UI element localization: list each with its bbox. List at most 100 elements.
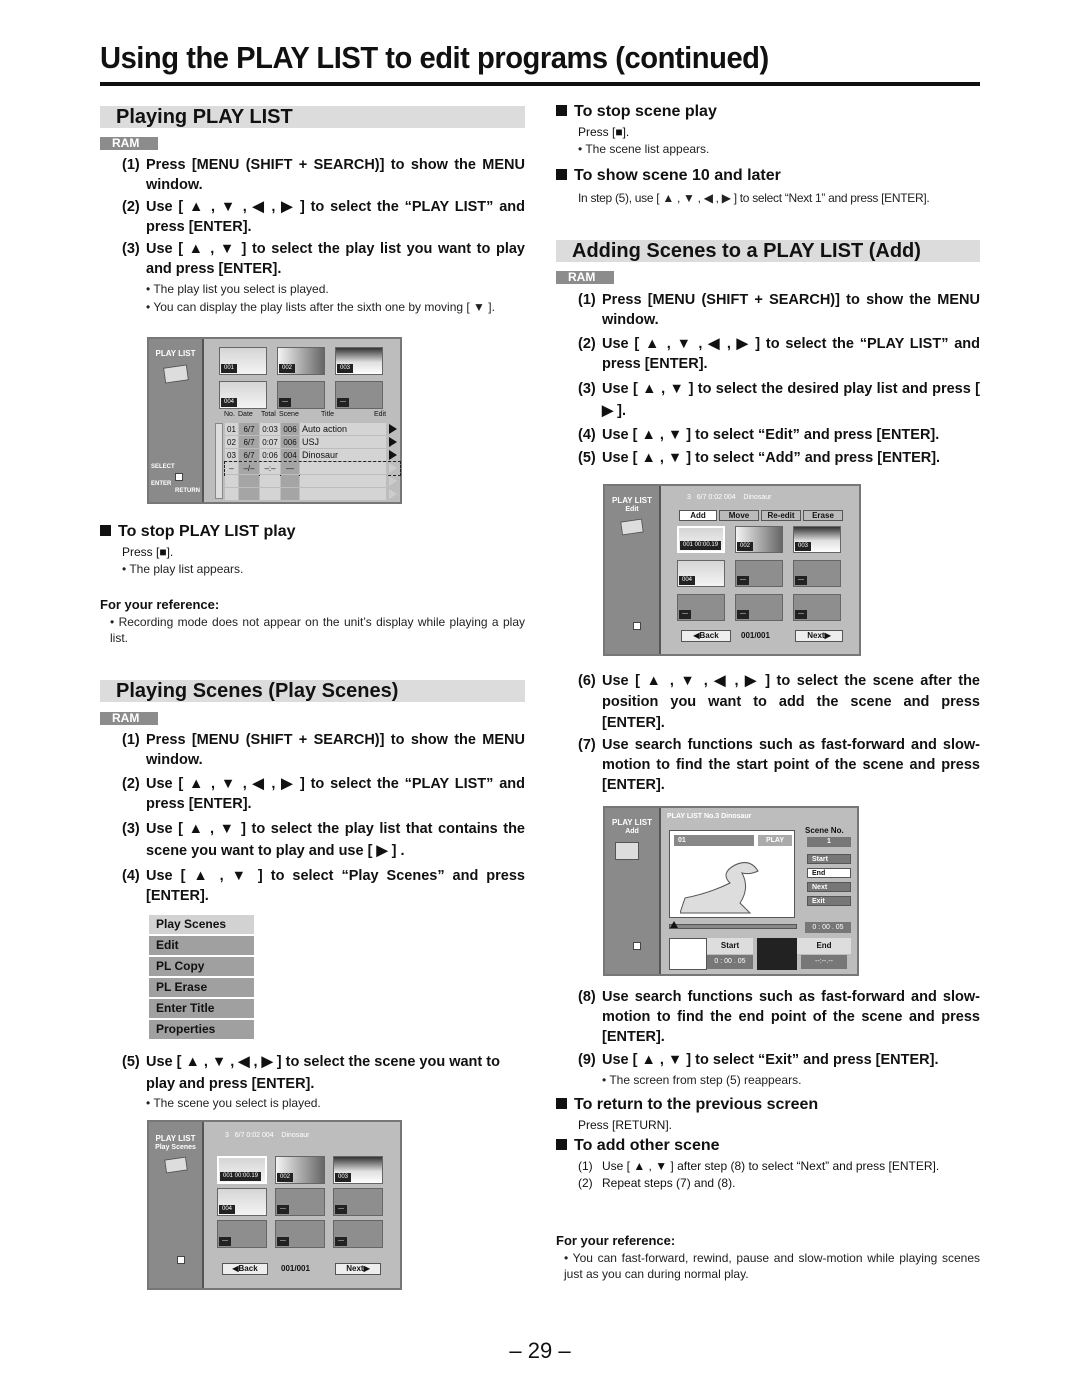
add-other-heading: To add other scene	[556, 1136, 720, 1156]
back-button[interactable]: ◀Back	[681, 630, 731, 642]
scene-grid: 001 00:00.19 002 003 004 --- --- --- --- ---	[217, 1156, 397, 1256]
scene-thumbnail-empty: ---	[793, 594, 841, 621]
scene-thumbnail[interactable]: 002	[735, 526, 783, 553]
tab-move[interactable]: Move	[719, 510, 759, 521]
scene-label: 004	[679, 576, 696, 585]
scene-thumbnail[interactable]: 004	[677, 560, 725, 587]
show-scene10-heading: To show scene 10 and later	[556, 166, 781, 186]
scene-label: 002	[277, 1173, 294, 1182]
cell-scene	[281, 475, 299, 487]
add-icon	[615, 842, 639, 860]
playlist-row[interactable]: 02 6/7 0:07 006 USJ	[225, 436, 400, 449]
playlist-scrollbar[interactable]	[215, 423, 223, 499]
ram-badge: RAM	[556, 271, 614, 284]
dpad-icon	[171, 1250, 191, 1270]
scene-thumbnail-empty: ---	[793, 560, 841, 587]
step-6: (6) Use [ ▲ , ▼ , ◀ , ▶ ] to select the s…	[578, 673, 980, 731]
step-4: (4) Use [ ▲ , ▼ ] to select “Play Scenes”…	[122, 868, 525, 904]
add-other-list: (1) Use [ ▲ , ▼ ] after step (8) to selec…	[578, 1158, 980, 1192]
action-button-end[interactable]: End	[807, 868, 851, 878]
playlist-row[interactable]: 01 6/7 0:03 006 Auto action	[225, 423, 400, 436]
stop-press-text: Press [■].	[122, 545, 174, 559]
menu-item-play-scenes[interactable]: Play Scenes	[149, 915, 254, 934]
cell-total	[260, 488, 280, 500]
cell-no: 02	[225, 436, 238, 448]
menu-item-pl-copy[interactable]: PL Copy	[149, 957, 254, 976]
tab-re-edit[interactable]: Re-edit	[761, 510, 801, 521]
menu-item-enter-title[interactable]: Enter Title	[149, 999, 254, 1018]
playlist-table: 01 6/7 0:03 006 Auto action 02 6/7 0:07 006 USJ 03…	[224, 423, 401, 501]
edit-arrow-icon[interactable]	[389, 463, 397, 473]
scene-thumbnail[interactable]: 001 00:00.19	[677, 526, 725, 553]
playing-scenes-steps: (1) Press [MENU (SHIFT + SEARCH)] to show…	[122, 730, 525, 906]
thumbnail-empty: ---	[277, 381, 325, 409]
section-heading-adding-scenes: Adding Scenes to a PLAY LIST (Add)	[556, 240, 980, 262]
playlist-row[interactable]	[225, 475, 400, 488]
cell-total: 0:03	[260, 423, 280, 435]
step-1: (1) Press [MENU (SHIFT + SEARCH)] to show…	[578, 292, 980, 328]
next-button[interactable]: Next▶	[795, 630, 843, 642]
seek-handle[interactable]	[669, 921, 678, 928]
cell-title: USJ	[300, 436, 386, 448]
cell-no: 03	[225, 449, 238, 461]
adding-scenes-steps-a: (1) Press [MENU (SHIFT + SEARCH)] to show…	[578, 290, 980, 468]
cell-title	[300, 462, 386, 474]
action-button-start[interactable]: Start	[807, 854, 851, 864]
scene-thumbnail[interactable]: 002	[275, 1156, 325, 1184]
reference-note: • You can fast-forward, rewind, pause an…	[564, 1251, 980, 1281]
step-2: (2) Use [ ▲ , ▼ , ◀ , ▶ ] to select the “…	[122, 776, 525, 812]
thumbnail[interactable]: 001	[219, 347, 267, 375]
back-button[interactable]: ◀Back	[222, 1263, 268, 1275]
screen-sidebar: PLAY LIST SELECT ENTER RETURN	[149, 339, 204, 502]
reference-heading: For your reference:	[100, 597, 220, 612]
seek-bar[interactable]	[669, 921, 797, 929]
menu-item-edit[interactable]: Edit	[149, 936, 254, 955]
thumbnail[interactable]: 003	[335, 347, 383, 375]
dpad-icon	[169, 467, 189, 487]
edit-screen: PLAY LIST Edit 3 6/7 0:02 004 Dinosaur A…	[603, 484, 861, 656]
playlist-row[interactable]: 03 6/7 0:06 004 Dinosaur	[225, 449, 400, 462]
next-button[interactable]: Next▶	[335, 1263, 381, 1275]
edit-arrow-icon[interactable]	[389, 424, 397, 434]
playlist-row[interactable]	[225, 488, 400, 501]
scene-thumbnail[interactable]: 004	[217, 1188, 267, 1216]
scene-thumbnail-empty: ---	[735, 594, 783, 621]
return-prev-text: Press [RETURN].	[578, 1118, 673, 1132]
scene-thumbnail[interactable]: 003	[793, 526, 841, 553]
menu-item-properties[interactable]: Properties	[149, 1020, 254, 1039]
list-item: (2) Repeat steps (7) and (8).	[578, 1176, 736, 1190]
scene-label: ---	[219, 1237, 231, 1246]
tab-erase[interactable]: Erase	[803, 510, 843, 521]
screen-header: 3 6/7 0:02 004 Dinosaur	[687, 494, 772, 501]
screen-header: 3 6/7 0:02 004 Dinosaur	[225, 1132, 310, 1139]
action-button-next[interactable]: Next	[807, 882, 851, 892]
scene-label: 004	[219, 1205, 236, 1214]
step-7: (7) Use search functions such as fast-for…	[578, 737, 980, 793]
thumbnail[interactable]: 004	[219, 381, 267, 409]
show-scene10-text: In step (5), use [ ▲ , ▼ , ◀ , ▶ ] to se…	[578, 191, 930, 205]
cell-total: 0:06	[260, 449, 280, 461]
cell-date	[239, 475, 259, 487]
cell-title: Dinosaur	[300, 449, 386, 461]
cell-total: –:–	[260, 462, 280, 474]
step-5: (5) Use [ ▲ , ▼ ] to select “Add” and pre…	[578, 450, 941, 466]
scene-thumbnail-empty: ---	[677, 594, 725, 621]
edit-arrow-icon[interactable]	[389, 489, 397, 499]
thumbnail[interactable]: 002	[277, 347, 325, 375]
scene-thumbnail[interactable]: 001 00:00.19	[217, 1156, 267, 1184]
edit-arrow-icon[interactable]	[389, 476, 397, 486]
cell-scene: 006	[281, 436, 299, 448]
scene-thumbnail-empty: ---	[275, 1188, 325, 1216]
menu-item-pl-erase[interactable]: PL Erase	[149, 978, 254, 997]
square-bullet-icon	[556, 105, 567, 116]
action-button-exit[interactable]: Exit	[807, 896, 851, 906]
edit-arrow-icon[interactable]	[389, 437, 397, 447]
edit-arrow-icon[interactable]	[389, 450, 397, 460]
screen-sidebar: PLAY LIST Play Scenes	[149, 1122, 204, 1288]
playlist-row[interactable]: – –/– –:– —	[224, 461, 401, 476]
scene-label: ---	[795, 576, 807, 585]
page-indicator: 001/001	[741, 631, 770, 640]
scene-thumbnail[interactable]: 003	[333, 1156, 383, 1184]
tab-add[interactable]: Add	[679, 510, 717, 521]
cell-date: –/–	[239, 462, 259, 474]
